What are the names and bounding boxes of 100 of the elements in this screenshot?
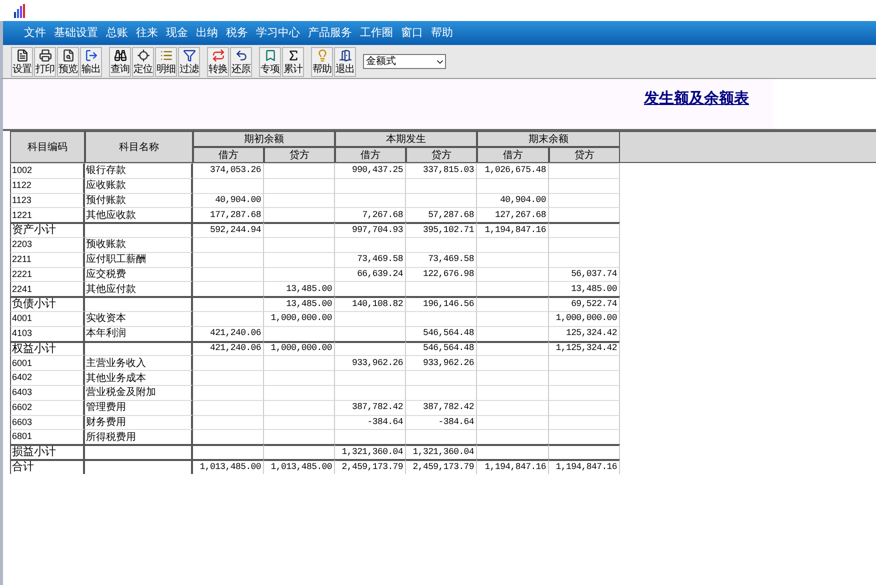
- toolbar-button[interactable]: 还原: [230, 46, 252, 76]
- toolbar-button[interactable]: 定位: [132, 46, 154, 76]
- menu-item[interactable]: 总账: [105, 24, 129, 42]
- amount-cell: [549, 444, 620, 459]
- account-code: 6602: [10, 400, 85, 415]
- amount-cell: 69,522.74: [549, 296, 620, 311]
- account-name: 实收资本: [85, 310, 193, 326]
- format-select[interactable]: 金额式: [363, 54, 446, 69]
- menu-item[interactable]: 往来: [135, 24, 159, 42]
- amount-cell: 196,146.56: [406, 296, 477, 311]
- account-name: 管理费用: [85, 400, 193, 415]
- amount-cell: 1,194,847.16: [477, 222, 549, 237]
- sigma-icon: [286, 48, 300, 62]
- amount-cell: [549, 414, 620, 430]
- account-name: 其他应收款: [85, 207, 193, 222]
- amount-cell: [406, 370, 477, 385]
- subtotal-label: 权益小计: [10, 340, 85, 356]
- menu-item[interactable]: 现金: [165, 24, 189, 42]
- amount-cell: [549, 222, 620, 237]
- amount-cell: [193, 310, 264, 326]
- menu-item[interactable]: 出纳: [195, 24, 219, 42]
- menu-item[interactable]: 窗口: [400, 24, 424, 42]
- toolbar-button[interactable]: 设置: [11, 46, 33, 76]
- toolbar-button[interactable]: 退出: [334, 46, 356, 76]
- toolbar-button[interactable]: 过滤: [178, 46, 200, 76]
- toolbar-button[interactable]: 查询: [109, 46, 131, 76]
- column-header: 科目编码: [10, 131, 85, 163]
- amount-cell: 125,324.42: [549, 326, 620, 341]
- amount-cell: [193, 444, 264, 459]
- account-code: 1123: [10, 192, 85, 208]
- amount-cell: [477, 429, 549, 444]
- account-code: 2203: [10, 236, 85, 252]
- amount-cell: [335, 236, 406, 252]
- toolbar-button[interactable]: 帮助: [311, 46, 333, 76]
- amount-cell: [264, 178, 335, 193]
- menu-item[interactable]: 工作圈: [359, 24, 394, 42]
- column-header: 科目名称: [85, 131, 193, 163]
- column-header: 借方: [477, 147, 549, 163]
- toolbar-button[interactable]: 输出: [80, 46, 102, 76]
- account-code: 2241: [10, 281, 85, 296]
- document-icon: [16, 48, 28, 62]
- amount-cell: [264, 429, 335, 444]
- amount-cell: [335, 281, 406, 296]
- toolbar-button[interactable]: 明细: [155, 46, 177, 76]
- amount-cell: 2,459,173.79: [335, 458, 406, 474]
- account-code: 6402: [10, 370, 85, 385]
- account-name: 营业税金及附加: [85, 384, 193, 400]
- amount-cell: 387,782.42: [406, 400, 477, 415]
- toolbar-button[interactable]: 专项: [259, 46, 281, 76]
- amount-cell: 1,026,675.48: [477, 163, 549, 178]
- amount-cell: [193, 266, 264, 282]
- account-name: 应交税费: [85, 266, 193, 282]
- toolbar-button[interactable]: 累计: [282, 46, 304, 76]
- amount-cell: 546,564.48: [406, 340, 477, 356]
- amount-cell: [264, 192, 335, 208]
- amount-cell: [477, 266, 549, 282]
- amount-cell: [549, 192, 620, 208]
- amount-cell: [335, 178, 406, 193]
- amount-cell: 1,013,485.00: [264, 458, 335, 474]
- amount-cell: [264, 384, 335, 400]
- account-name: 其他应付款: [85, 281, 193, 296]
- column-group-header: 期末余额: [477, 131, 620, 147]
- app-logo-icon: [14, 4, 26, 18]
- menu-item[interactable]: 帮助: [430, 24, 454, 42]
- amount-cell: [264, 370, 335, 385]
- amount-cell: [477, 370, 549, 385]
- menu-item[interactable]: 学习中心: [255, 24, 301, 42]
- amount-cell: [335, 326, 406, 341]
- amount-cell: [477, 414, 549, 430]
- amount-cell: 997,704.93: [335, 222, 406, 237]
- amount-cell: 66,639.24: [335, 266, 406, 282]
- amount-cell: [406, 310, 477, 326]
- filter-icon: [182, 48, 196, 62]
- account-code: 1122: [10, 178, 85, 193]
- toolbar-button[interactable]: 转换: [207, 46, 229, 76]
- amount-cell: [406, 281, 477, 296]
- menu-item[interactable]: 产品服务: [307, 24, 353, 42]
- amount-cell: [477, 236, 549, 252]
- menu-item[interactable]: 税务: [225, 24, 249, 42]
- amount-cell: 387,782.42: [335, 400, 406, 415]
- amount-cell: [193, 429, 264, 444]
- toolbar-button[interactable]: 预览: [57, 46, 79, 76]
- amount-cell: 1,000,000.00: [549, 310, 620, 326]
- amount-cell: [193, 384, 264, 400]
- amount-cell: [477, 310, 549, 326]
- account-code: 2211: [10, 252, 85, 267]
- account-name: 主营业务收入: [85, 355, 193, 370]
- amount-cell: 140,108.82: [335, 296, 406, 311]
- amount-cell: [477, 355, 549, 370]
- menu-item[interactable]: 文件: [23, 24, 47, 42]
- amount-cell: 13,485.00: [264, 296, 335, 311]
- account-code: 2221: [10, 266, 85, 282]
- exit-icon: [338, 48, 352, 62]
- amount-cell: -384.64: [406, 414, 477, 430]
- menu-item[interactable]: 基础设置: [53, 24, 99, 42]
- amount-cell: [549, 252, 620, 267]
- toolbar-button[interactable]: 打印: [34, 46, 56, 76]
- account-name: 所得税费用: [85, 429, 193, 444]
- column-group-header: 期初余额: [193, 131, 335, 147]
- report-title: 发生额及余额表: [644, 88, 749, 109]
